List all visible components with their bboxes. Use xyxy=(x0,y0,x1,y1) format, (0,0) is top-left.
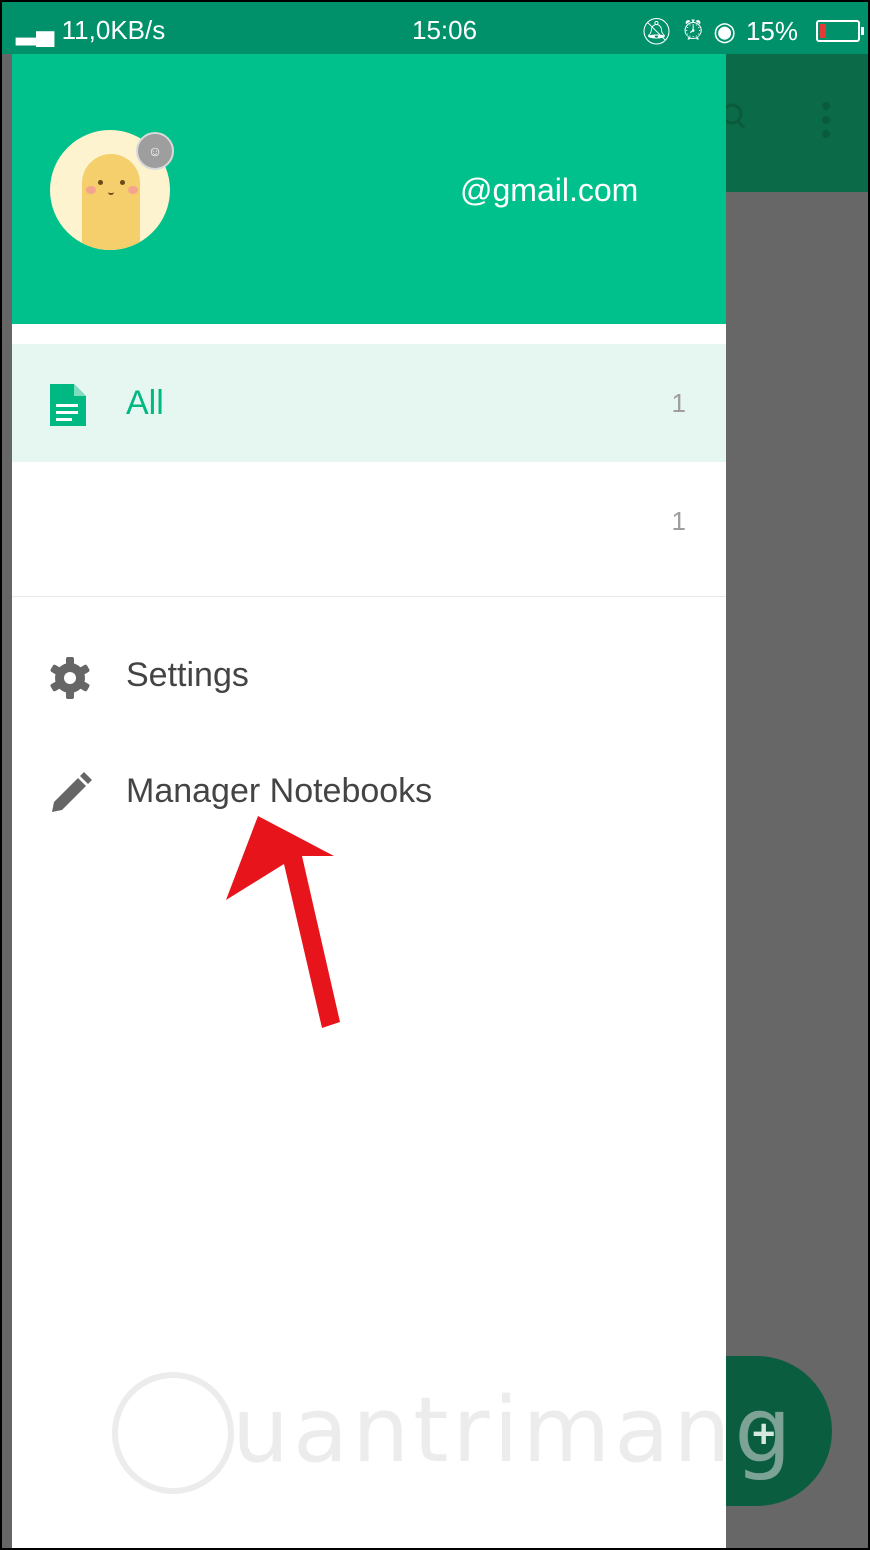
notebook-count: 1 xyxy=(671,506,686,536)
lightbulb-icon xyxy=(112,1372,234,1494)
divider xyxy=(12,596,726,597)
notebook-label: All xyxy=(126,384,164,422)
account-email: @gmail.com xyxy=(460,172,639,208)
document-icon xyxy=(50,384,86,426)
background-app-bar xyxy=(726,54,868,192)
alarm-icon: ⏰︎ xyxy=(682,15,704,45)
search-icon[interactable] xyxy=(726,102,756,132)
status-time: 15:06 xyxy=(412,15,478,45)
annotation-arrow xyxy=(226,816,340,1028)
pencil-icon xyxy=(52,772,92,812)
account-badge-icon[interactable]: ☺ xyxy=(136,132,174,170)
menu-item-label: Manager Notebooks xyxy=(126,772,433,810)
navigation-drawer: ☺ @gmail.com All 1 1 Settings Manager No… xyxy=(12,54,726,1548)
notebook-count: 1 xyxy=(671,388,686,418)
notebook-item[interactable]: 1 xyxy=(12,462,726,580)
battery-icon xyxy=(816,20,864,42)
battery-percent: 15% xyxy=(745,15,798,46)
watermark-text: uantrimang xyxy=(232,1378,796,1483)
notebook-item-all[interactable]: All 1 xyxy=(12,344,726,462)
alarm-off-icon: 🔕︎ xyxy=(639,15,673,46)
more-options-icon[interactable] xyxy=(822,102,834,142)
network-speed: ▂▄ 11,0KB/s xyxy=(16,15,166,45)
gear-icon xyxy=(50,657,90,699)
menu-item-label: Settings xyxy=(126,656,249,694)
eye-icon: ◉ xyxy=(713,15,736,46)
status-bar: ▂▄ 11,0KB/s 15:06 🔕︎ ⏰︎ ◉ 15% xyxy=(2,2,868,54)
status-icons: 🔕︎ ⏰︎ ◉ 15% xyxy=(640,15,798,47)
signal-icon: ▂▄ xyxy=(16,15,55,45)
menu-item-manager-notebooks[interactable]: Manager Notebooks xyxy=(12,744,726,844)
scrim-overlay[interactable] xyxy=(726,192,868,1548)
watermark-logo: uantrimang xyxy=(72,1372,792,1512)
menu-item-settings[interactable]: Settings xyxy=(12,628,726,728)
drawer-header: ☺ @gmail.com xyxy=(12,54,726,324)
screen-frame: ▂▄ 11,0KB/s 15:06 🔕︎ ⏰︎ ◉ 15% + ☺ @gmail… xyxy=(0,0,870,1550)
